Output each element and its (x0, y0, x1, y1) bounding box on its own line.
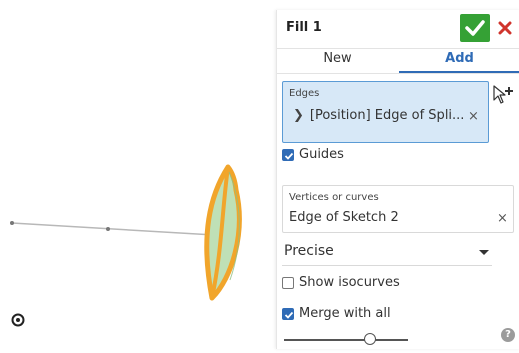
remove-edge-button[interactable]: × (468, 109, 479, 124)
close-icon (498, 21, 512, 35)
merge-with-all-label: Merge with all (299, 306, 391, 321)
guides-checkbox[interactable] (282, 149, 294, 161)
vertices-or-curves-label: Vertices or curves (289, 192, 379, 203)
dialog-title: Fill 1 (286, 20, 322, 35)
continuity-select[interactable]: Precise (282, 241, 492, 266)
creation-mode-tabs: New Add (277, 48, 519, 74)
vertices-or-curves-field[interactable]: Vertices or curves Edge of Sketch 2 × (282, 185, 514, 233)
slider-track[interactable] (284, 339, 408, 341)
tabs-divider (277, 73, 519, 74)
dialog-header: Fill 1 (277, 10, 519, 49)
tab-add[interactable]: Add (399, 48, 519, 72)
tolerance-slider[interactable] (284, 333, 412, 347)
cursor-plus-icon[interactable] (492, 84, 516, 106)
sketch-point[interactable] (106, 227, 110, 231)
merge-with-all-option[interactable]: Merge with all (282, 306, 432, 324)
check-icon (284, 311, 294, 319)
show-isocurves-option[interactable]: Show isocurves (282, 275, 432, 293)
continuity-select-value: Precise (284, 243, 334, 259)
remove-vertex-button[interactable]: × (497, 211, 508, 226)
chevron-down-icon (479, 250, 489, 255)
slider-thumb[interactable] (364, 333, 376, 345)
guides-label: Guides (299, 147, 344, 162)
edges-label: Edges (289, 88, 320, 99)
tab-new[interactable]: New (277, 48, 398, 72)
sketch-line[interactable] (11, 222, 215, 236)
show-isocurves-label: Show isocurves (299, 275, 400, 290)
cancel-button[interactable] (494, 14, 516, 42)
accept-button[interactable] (460, 14, 490, 42)
edges-selection-field[interactable]: Edges ❯ [Position] Edge of Spli... × (282, 81, 489, 143)
vertices-or-curves-item[interactable]: Edge of Sketch 2 (289, 210, 399, 225)
merge-with-all-checkbox[interactable] (282, 308, 294, 320)
checkmark-icon (465, 20, 485, 36)
sketch-point[interactable] (10, 221, 14, 225)
edges-selection-text: [Position] Edge of Spli... (309, 108, 465, 123)
chevron-right-icon[interactable]: ❯ (293, 108, 304, 123)
feature-dialog: Fill 1 New Add Edges ❯ [Position] Edge of… (276, 10, 519, 349)
check-icon (284, 152, 294, 160)
show-isocurves-checkbox[interactable] (282, 277, 294, 289)
help-icon[interactable]: ? (501, 328, 515, 342)
guides-option[interactable]: Guides (282, 147, 402, 165)
edges-selection-item[interactable]: ❯ [Position] Edge of Spli... (293, 108, 464, 123)
target-icon[interactable] (11, 313, 25, 327)
